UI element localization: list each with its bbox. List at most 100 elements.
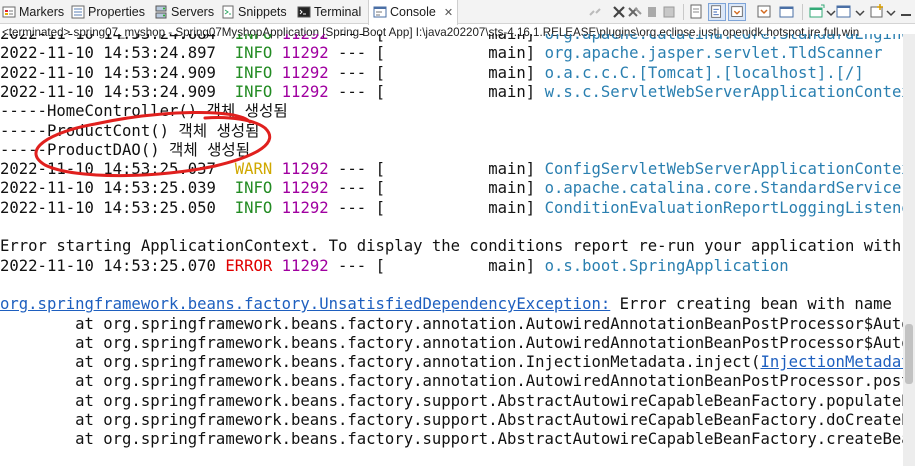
console-text: -----HomeController() 객체 생성됨 xyxy=(0,102,288,121)
tab-markers[interactable]: Markers xyxy=(2,0,64,24)
log-pid: 11292 xyxy=(281,34,329,43)
console-line: 2022-11-10 14:53:25.039 INFO 11292 --- [… xyxy=(0,179,915,198)
console-line: at org.springframework.beans.factory.ann… xyxy=(0,334,915,353)
console-line: at org.springframework.beans.factory.sup… xyxy=(0,411,915,430)
stack-frame: at org.springframework.beans.factory.ann… xyxy=(0,372,915,391)
tab-properties[interactable]: Properties xyxy=(71,0,145,24)
stack-frame: at org.springframework.beans.factory.ann… xyxy=(0,333,915,352)
tab-label: Console xyxy=(390,5,436,19)
properties-icon xyxy=(71,5,85,19)
chevron-down-icon[interactable] xyxy=(851,3,869,21)
log-logger: org.apache.catalina.core.StandardEngine xyxy=(544,34,911,43)
log-thread: main] xyxy=(384,160,536,179)
log-level: INFO xyxy=(234,198,273,217)
pause-icon[interactable] xyxy=(643,3,661,21)
console-line: at org.springframework.beans.factory.ann… xyxy=(0,353,915,372)
stack-frame: at org.springframework.beans.factory.sup… xyxy=(0,391,915,410)
console-line: 2022-11-10 14:53:24.909 INFO 11292 --- [… xyxy=(0,83,915,102)
log-timestamp: 2022-11-10 14:53:25.039 xyxy=(0,179,216,198)
stack-frame: at org.springframework.beans.factory.ann… xyxy=(0,314,915,333)
word-wrap-icon[interactable] xyxy=(708,3,726,21)
log-timestamp: 2022-11-10 14:53:24.909 xyxy=(0,63,216,82)
console-line: -----ProductCont() 객체 생성됨 xyxy=(0,122,260,141)
log-level: INFO xyxy=(234,44,273,63)
log-logger: ConditionEvaluationReportLoggingListener xyxy=(544,198,915,217)
log-separator: --- [ xyxy=(328,82,385,101)
console-line: 2022-11-10 14:53:24.909 INFO 11292 --- [… xyxy=(0,64,915,83)
log-message: : A xyxy=(789,257,915,275)
log-pid: 11292 xyxy=(281,63,329,82)
minimize-icon[interactable] xyxy=(897,3,915,21)
display-selected-console-icon[interactable] xyxy=(778,3,796,21)
console-line: -----HomeController() 객체 생성됨 xyxy=(0,102,288,121)
log-thread: main] xyxy=(384,198,536,217)
log-separator: --- [ xyxy=(328,179,385,198)
tab-label: Properties xyxy=(88,5,145,19)
log-thread: main] xyxy=(384,44,536,63)
exception-link[interactable]: org.springframework.beans.factory.Unsati… xyxy=(0,295,610,313)
stack-frame: at org.springframework.beans.factory.ann… xyxy=(0,353,761,372)
console-line: 2022-11-10 14:53:24.684 INFO 11292 --- [… xyxy=(0,34,915,44)
log-pid: 11292 xyxy=(281,82,329,101)
tab-servers[interactable]: Servers xyxy=(154,0,214,24)
console-output[interactable]: 2022-11-10 14:53:24.684 INFO 11292 --- [… xyxy=(0,34,915,466)
scrollbar-thumb[interactable] xyxy=(905,324,913,384)
disconnect-icon[interactable] xyxy=(586,3,604,21)
log-logger: ConfigServletWebServerApplicationContext xyxy=(544,160,915,179)
stop-icon[interactable] xyxy=(660,3,678,21)
console-line: at org.springframework.beans.factory.sup… xyxy=(0,430,915,449)
log-level: ERROR xyxy=(225,256,273,275)
console-text: -----ProductCont() 객체 생성됨 xyxy=(0,121,260,140)
close-icon[interactable]: ✕ xyxy=(444,7,453,19)
log-timestamp: 2022-11-10 14:53:25.037 xyxy=(0,160,216,179)
log-separator: --- [ xyxy=(328,34,385,43)
log-timestamp: 2022-11-10 14:53:25.050 xyxy=(0,198,216,217)
pin-console-icon[interactable] xyxy=(755,3,773,21)
log-thread: main] xyxy=(384,82,536,101)
tab-snippets[interactable]: Snippets xyxy=(221,0,287,24)
log-thread: main] xyxy=(384,34,536,43)
log-timestamp: 2022-11-10 14:53:25.070 xyxy=(0,256,216,275)
log-separator: --- [ xyxy=(328,160,385,179)
console-line: 2022-11-10 14:53:24.897 INFO 11292 --- [… xyxy=(0,44,915,63)
exception-message: Error creating bean with name 'produc xyxy=(619,295,915,314)
tab-label: Terminal xyxy=(314,5,362,19)
log-separator: --- [ xyxy=(328,44,385,63)
log-timestamp: 2022-11-10 14:53:24.897 xyxy=(0,44,216,63)
console-line: -----ProductDAO() 객체 생성됨 xyxy=(0,141,250,160)
log-logger: o.a.c.c.C.[Tomcat].[localhost].[/] xyxy=(544,63,864,82)
stack-frame-link[interactable]: InjectionMetadata.java xyxy=(760,353,915,371)
stack-frame: at org.springframework.beans.factory.sup… xyxy=(0,430,915,449)
console-line: Error starting ApplicationContext. To di… xyxy=(0,237,915,256)
log-separator: --- [ xyxy=(328,63,385,82)
remove-all-terminated-icon[interactable] xyxy=(626,3,644,21)
log-separator: --- [ xyxy=(328,256,385,275)
terminal-icon xyxy=(297,6,311,18)
log-level: INFO xyxy=(234,82,273,101)
console-line: 2022-11-10 14:53:25.050 INFO 11292 --- [… xyxy=(0,199,915,218)
log-pid: 11292 xyxy=(281,198,329,217)
tab-label: Servers xyxy=(171,5,215,19)
log-level: INFO xyxy=(234,34,273,43)
tab-label: Snippets xyxy=(238,5,287,19)
scroll-lock-icon[interactable] xyxy=(688,3,706,21)
log-thread: main] xyxy=(384,256,536,275)
log-logger: org.apache.jasper.servlet.TldScanner xyxy=(544,44,883,63)
console-text: -----ProductDAO() 객체 생성됨 xyxy=(0,140,251,159)
show-console-on-output-icon[interactable] xyxy=(728,3,746,21)
log-level: WARN xyxy=(234,160,273,179)
console-line: 2022-11-10 14:53:25.037 WARN 11292 --- [… xyxy=(0,160,915,179)
log-pid: 11292 xyxy=(281,44,329,63)
log-separator: --- [ xyxy=(328,198,385,217)
tab-terminal[interactable]: Terminal xyxy=(297,0,361,24)
console-line: at org.springframework.beans.factory.ann… xyxy=(0,372,915,391)
log-level: INFO xyxy=(234,63,273,82)
stack-frame: at org.springframework.beans.factory.sup… xyxy=(0,411,915,429)
log-logger: o.s.boot.SpringApplication xyxy=(544,256,789,275)
log-pid: 11292 xyxy=(281,256,329,275)
tab-console[interactable]: Console ✕ xyxy=(368,0,459,25)
tab-label: Markers xyxy=(19,5,65,19)
log-timestamp: 2022-11-10 14:53:24.684 xyxy=(0,34,216,43)
vertical-scrollbar[interactable] xyxy=(903,34,915,466)
log-level: INFO xyxy=(234,179,273,198)
